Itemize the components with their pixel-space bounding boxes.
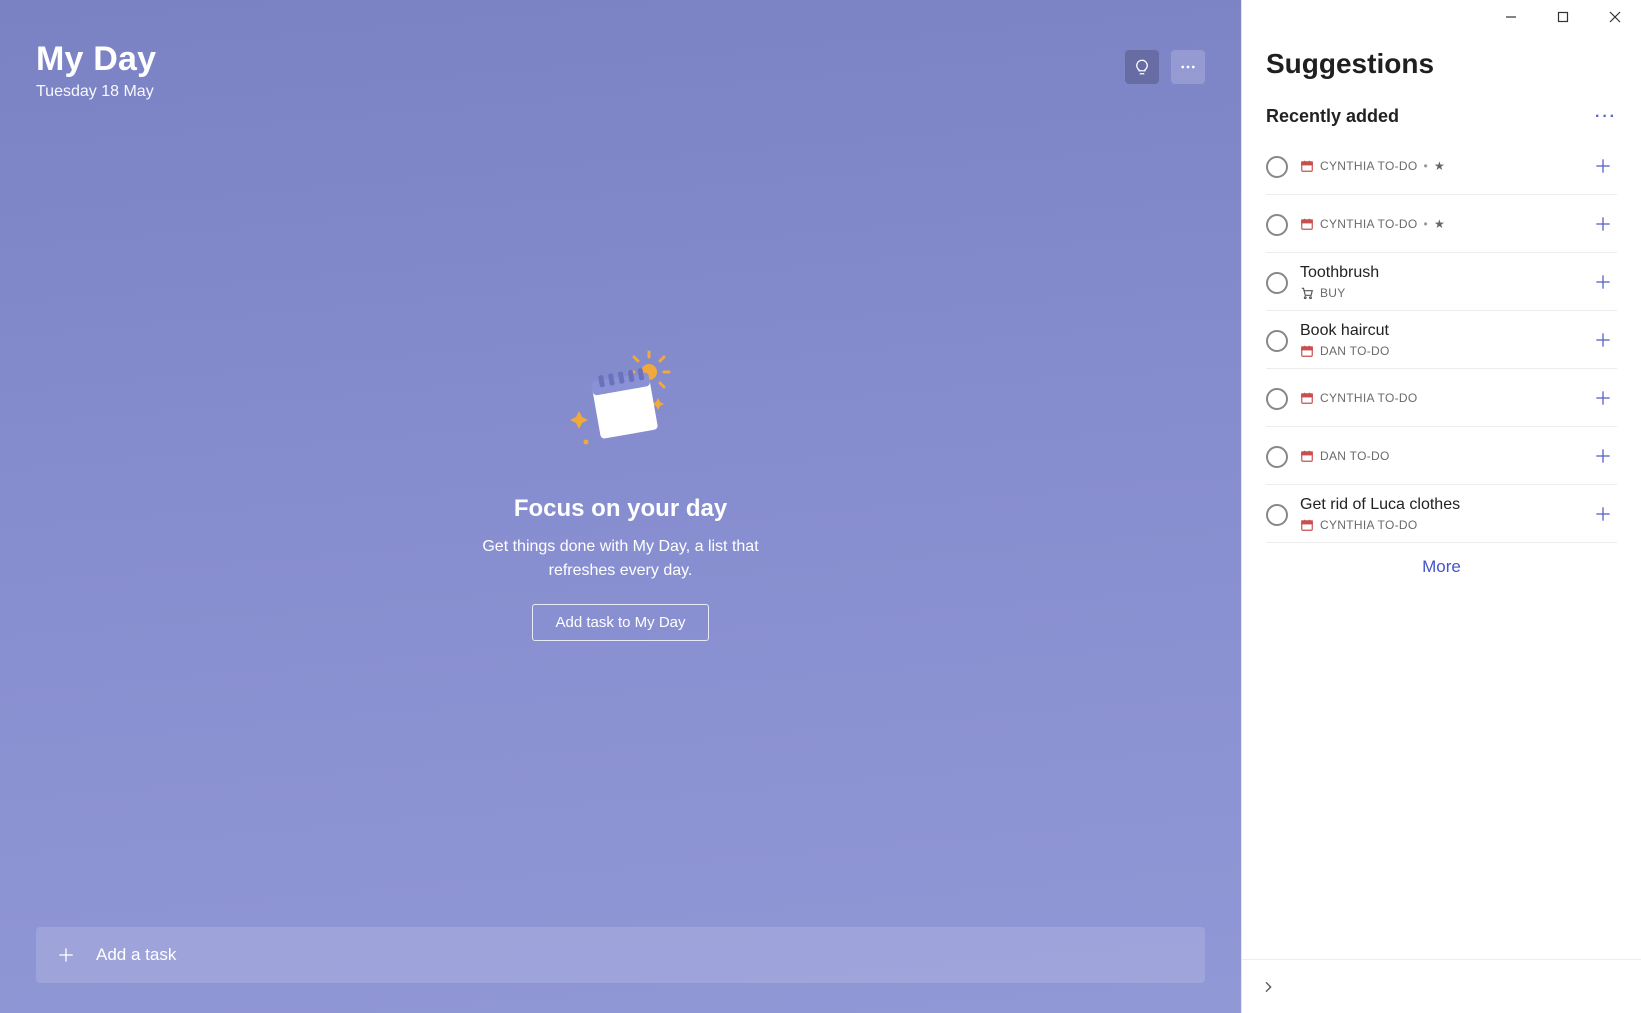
suggestion-body: CYNTHIA TO-DO •★ xyxy=(1300,159,1577,173)
suggestion-meta: BUY xyxy=(1300,286,1577,300)
more-button[interactable]: More xyxy=(1266,543,1617,591)
add-to-my-day-button[interactable] xyxy=(1589,442,1617,470)
star-icon: ★ xyxy=(1434,159,1445,173)
suggestion-list-name: CYNTHIA TO-DO xyxy=(1320,159,1417,173)
suggestion-item[interactable]: CYNTHIA TO-DO •★ xyxy=(1266,195,1617,253)
suggestion-meta: DAN TO-DO xyxy=(1300,344,1577,358)
add-to-my-day-button[interactable] xyxy=(1589,268,1617,296)
suggestions-list: CYNTHIA TO-DO •★ CYNTHIA TO-DO •★ Too xyxy=(1266,137,1617,543)
collapse-panel-button[interactable] xyxy=(1260,979,1276,995)
complete-checkbox[interactable] xyxy=(1266,214,1288,236)
suggestion-item[interactable]: Get rid of Luca clothes CYNTHIA TO-DO xyxy=(1266,485,1617,543)
suggestion-item[interactable]: Toothbrush BUY xyxy=(1266,253,1617,311)
suggestion-item[interactable]: CYNTHIA TO-DO xyxy=(1266,369,1617,427)
panel-footer xyxy=(1242,959,1641,1013)
add-to-my-day-button[interactable] xyxy=(1589,500,1617,528)
calendar-icon xyxy=(1300,344,1314,358)
complete-checkbox[interactable] xyxy=(1266,156,1288,178)
suggestion-meta: CYNTHIA TO-DO xyxy=(1300,391,1577,405)
add-task-placeholder: Add a task xyxy=(96,945,176,965)
suggestion-item[interactable]: DAN TO-DO xyxy=(1266,427,1617,485)
calendar-sun-illustration-icon xyxy=(546,347,696,467)
maximize-icon xyxy=(1557,11,1569,23)
plus-icon xyxy=(1593,272,1613,292)
plus-icon xyxy=(1593,504,1613,524)
suggestion-item[interactable]: CYNTHIA TO-DO •★ xyxy=(1266,137,1617,195)
suggestion-list-name: BUY xyxy=(1320,286,1346,300)
suggestion-list-name: CYNTHIA TO-DO xyxy=(1320,518,1417,532)
plus-icon xyxy=(1593,214,1613,234)
plus-icon xyxy=(1593,446,1613,466)
suggestions-title: Suggestions xyxy=(1266,48,1617,80)
page-date: Tuesday 18 May xyxy=(36,83,156,101)
section-header: Recently added ··· xyxy=(1266,106,1617,127)
window-maximize-button[interactable] xyxy=(1537,0,1589,34)
suggestions-panel: Suggestions Recently added ··· CYNTHIA T… xyxy=(1241,0,1641,1013)
suggestion-title: Get rid of Luca clothes xyxy=(1300,495,1577,514)
add-to-my-day-button[interactable] xyxy=(1589,326,1617,354)
empty-state-heading: Focus on your day xyxy=(514,495,727,523)
suggestion-meta: CYNTHIA TO-DO •★ xyxy=(1300,217,1577,231)
complete-checkbox[interactable] xyxy=(1266,388,1288,410)
calendar-icon xyxy=(1300,217,1314,231)
suggestion-body: CYNTHIA TO-DO xyxy=(1300,391,1577,405)
section-title: Recently added xyxy=(1266,106,1399,127)
suggestion-list-name: DAN TO-DO xyxy=(1320,344,1390,358)
my-day-panel: My Day Tuesday 18 May xyxy=(0,0,1241,1013)
complete-checkbox[interactable] xyxy=(1266,446,1288,468)
suggestion-body: Book haircut DAN TO-DO xyxy=(1300,321,1577,357)
suggestion-list-name: CYNTHIA TO-DO xyxy=(1320,217,1417,231)
suggestion-item[interactable]: Book haircut DAN TO-DO xyxy=(1266,311,1617,369)
empty-state-subtext: Get things done with My Day, a list that… xyxy=(471,535,771,581)
calendar-icon xyxy=(1300,518,1314,532)
star-icon: ★ xyxy=(1434,217,1445,231)
empty-state: Focus on your day Get things done with M… xyxy=(36,61,1205,927)
calendar-icon xyxy=(1300,449,1314,463)
add-to-my-day-button[interactable] xyxy=(1589,384,1617,412)
suggestion-list-name: CYNTHIA TO-DO xyxy=(1320,391,1417,405)
suggestion-body: Get rid of Luca clothes CYNTHIA TO-DO xyxy=(1300,495,1577,531)
ellipsis-icon: ··· xyxy=(1595,108,1617,125)
plus-icon xyxy=(1593,156,1613,176)
suggestion-title: Toothbrush xyxy=(1300,263,1577,282)
complete-checkbox[interactable] xyxy=(1266,330,1288,352)
complete-checkbox[interactable] xyxy=(1266,504,1288,526)
complete-checkbox[interactable] xyxy=(1266,272,1288,294)
section-menu-button[interactable]: ··· xyxy=(1595,108,1617,126)
chevron-right-icon xyxy=(1260,979,1276,995)
suggestion-body: DAN TO-DO xyxy=(1300,449,1577,463)
plus-icon xyxy=(1593,330,1613,350)
calendar-icon xyxy=(1300,159,1314,173)
suggestion-body: CYNTHIA TO-DO •★ xyxy=(1300,217,1577,231)
window-controls xyxy=(1242,0,1641,34)
suggestion-body: Toothbrush BUY xyxy=(1300,263,1577,299)
add-task-input[interactable]: Add a task xyxy=(36,927,1205,983)
suggestion-meta: CYNTHIA TO-DO •★ xyxy=(1300,159,1577,173)
window-minimize-button[interactable] xyxy=(1485,0,1537,34)
plus-icon xyxy=(56,945,76,965)
add-to-my-day-button[interactable] xyxy=(1589,152,1617,180)
cart-icon xyxy=(1300,286,1314,300)
minimize-icon xyxy=(1505,11,1517,23)
close-icon xyxy=(1609,11,1621,23)
calendar-icon xyxy=(1300,391,1314,405)
plus-icon xyxy=(1593,388,1613,408)
suggestion-meta: CYNTHIA TO-DO xyxy=(1300,518,1577,532)
suggestion-list-name: DAN TO-DO xyxy=(1320,449,1390,463)
suggestion-title: Book haircut xyxy=(1300,321,1577,340)
window-close-button[interactable] xyxy=(1589,0,1641,34)
add-task-to-my-day-button[interactable]: Add task to My Day xyxy=(532,604,708,641)
add-to-my-day-button[interactable] xyxy=(1589,210,1617,238)
suggestion-meta: DAN TO-DO xyxy=(1300,449,1577,463)
